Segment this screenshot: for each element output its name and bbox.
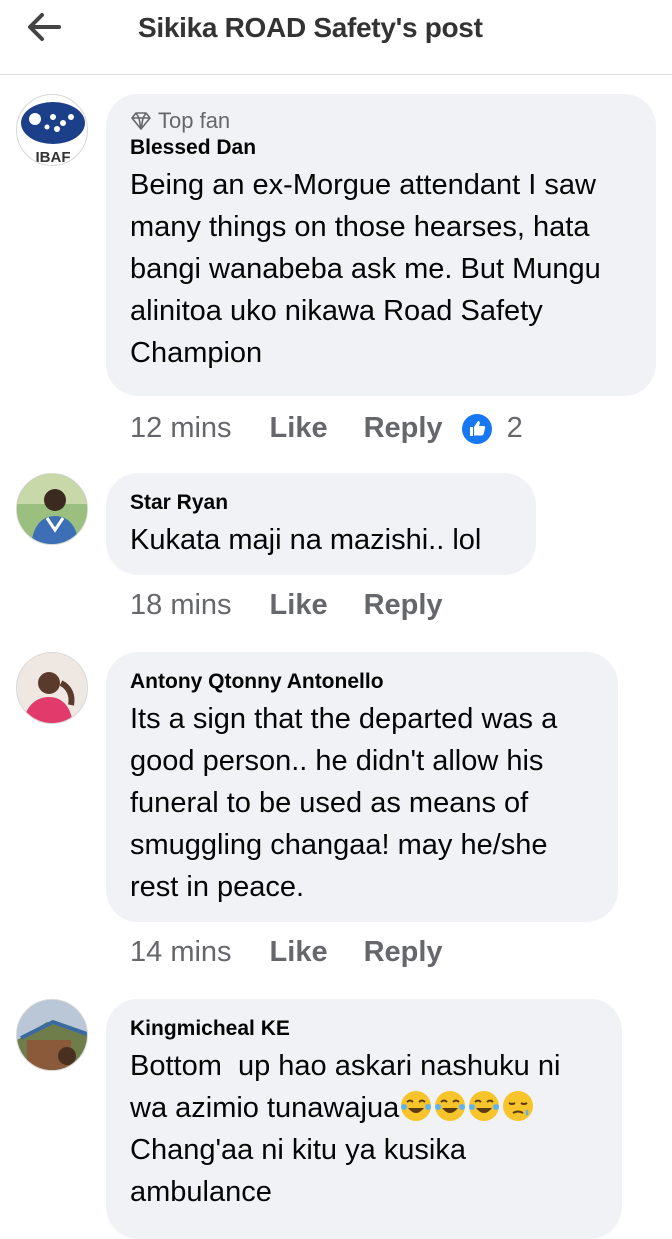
comment-text-line: Chang'aa ni kitu ya kusika ambulance [130, 1134, 475, 1208]
tears-of-joy-emoji-icon [435, 1091, 466, 1121]
comment-text-line: Bottom up hao askari nashuku ni [130, 1050, 561, 1082]
like-reaction-icon [461, 413, 492, 444]
avatar[interactable]: IBAF [16, 94, 88, 166]
comment-bubble[interactable]: Antony Qtonny Antonello Its a sign that … [106, 652, 618, 922]
comment-actions: 12 mins Like Reply 2 [130, 412, 523, 445]
avatar[interactable] [16, 473, 88, 545]
comment-text: Being an ex-Morgue attendant I saw many … [130, 169, 609, 369]
tears-of-joy-emoji-icon [401, 1091, 432, 1121]
back-button[interactable] [22, 10, 66, 44]
comment-bubble[interactable]: Top fan Blessed Dan Being an ex-Morgue a… [106, 94, 656, 396]
top-bar: Sikika ROAD Safety's post [0, 0, 672, 75]
profile-photo-icon [17, 474, 87, 544]
top-fan-badge: Top fan [130, 108, 632, 134]
diamond-icon [131, 112, 151, 130]
comment-author[interactable]: Blessed Dan [130, 136, 632, 160]
comment-text: Bottom up hao askari nashuku ni wa azimi… [130, 1045, 598, 1213]
avatar[interactable] [16, 999, 88, 1071]
reply-button[interactable]: Reply [364, 936, 443, 969]
comment-text-line: wa azimio tunawajua [130, 1092, 400, 1124]
svg-text:IBAF: IBAF [36, 149, 71, 166]
back-arrow-icon [28, 13, 61, 41]
sleepy-face-emoji-icon [503, 1091, 534, 1121]
profile-photo-icon [17, 653, 87, 723]
reply-button[interactable]: Reply [364, 589, 443, 622]
tears-of-joy-emoji-icon [469, 1091, 500, 1121]
comment-time[interactable]: 12 mins [130, 412, 232, 445]
comment-bubble[interactable]: Star Ryan Kukata maji na mazishi.. lol [106, 473, 536, 575]
badge-label: Top fan [158, 108, 231, 133]
like-button[interactable]: Like [270, 412, 328, 445]
comment-author[interactable]: Kingmicheal KE [130, 1017, 598, 1041]
comment-text: Kukata maji na mazishi.. lol [130, 524, 482, 556]
comment-text: Its a sign that the departed was a good … [130, 703, 566, 903]
subaru-logo-icon: IBAF [21, 102, 85, 166]
profile-photo-icon [17, 1000, 87, 1070]
reaction-summary[interactable]: 2 [461, 412, 523, 445]
reaction-count: 2 [506, 412, 523, 444]
comment-time[interactable]: 14 mins [130, 936, 232, 969]
comment-actions: 18 mins Like Reply [130, 589, 479, 622]
comment-author[interactable]: Star Ryan [130, 491, 512, 515]
like-button[interactable]: Like [270, 936, 328, 969]
avatar[interactable] [16, 652, 88, 724]
comment-bubble[interactable]: Kingmicheal KE Bottom up hao askari nash… [106, 999, 622, 1239]
like-button[interactable]: Like [270, 589, 328, 622]
comment-time[interactable]: 18 mins [130, 589, 232, 622]
reply-button[interactable]: Reply [364, 412, 443, 445]
page-title: Sikika ROAD Safety's post [138, 12, 483, 43]
emoji-group [399, 1091, 535, 1124]
comment-author[interactable]: Antony Qtonny Antonello [130, 670, 594, 694]
comment-actions: 14 mins Like Reply [130, 936, 479, 969]
